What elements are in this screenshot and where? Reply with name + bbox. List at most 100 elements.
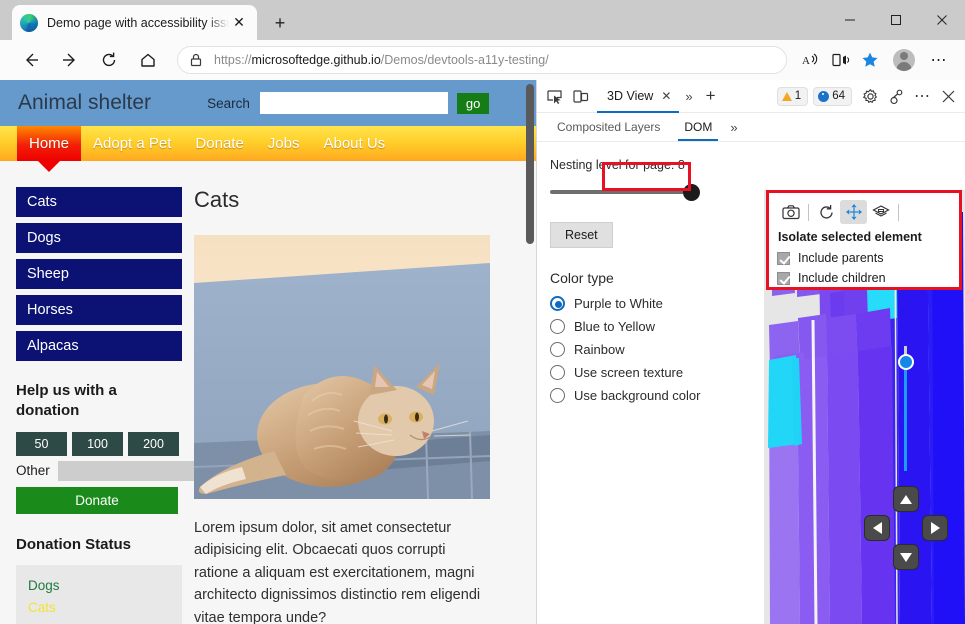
amount-100[interactable]: 100	[72, 431, 123, 456]
maximize-button[interactable]	[873, 0, 919, 40]
subtabs-overflow-icon[interactable]: »	[724, 120, 743, 135]
reset-rotation-icon[interactable]	[813, 200, 840, 224]
nav-item-home[interactable]: Home	[17, 126, 82, 161]
cat-photo	[194, 235, 490, 499]
inspect-element-icon[interactable]	[541, 83, 567, 109]
page-heading: Cats	[194, 187, 240, 212]
donate-button[interactable]: Donate	[16, 486, 178, 514]
device-emulation-icon[interactable]	[567, 83, 593, 109]
checkbox-label: Include parents	[798, 251, 884, 265]
devtools-tab-3d-view[interactable]: 3D View ✕	[597, 81, 680, 113]
close-window-button[interactable]	[919, 0, 965, 40]
devtools-add-tab-button[interactable]: +	[699, 86, 723, 106]
browser-more-menu-icon[interactable]: ⋯	[923, 46, 955, 74]
nesting-level-label: Nesting level for page: 8	[550, 158, 685, 172]
category-sheep[interactable]: Sheep	[16, 259, 182, 289]
browser-tab[interactable]: Demo page with accessibility issues ✕	[12, 5, 257, 40]
pan-up-button[interactable]	[893, 486, 919, 512]
category-horses[interactable]: Horses	[16, 295, 182, 325]
radio-indicator	[550, 319, 565, 334]
nesting-level-slider[interactable]	[550, 184, 700, 201]
radio-blue-to-yellow[interactable]: Blue to Yellow	[550, 319, 750, 334]
radio-label: Blue to Yellow	[574, 319, 655, 334]
new-tab-button[interactable]: +	[267, 10, 293, 36]
address-bar[interactable]: https://microsoftedge.github.io/Demos/de…	[177, 46, 787, 74]
search-go-button[interactable]: go	[456, 92, 490, 114]
title-bar: Demo page with accessibility issues ✕ +	[0, 0, 965, 40]
pan-move-icon[interactable]	[840, 200, 867, 224]
amount-200[interactable]: 200	[128, 431, 179, 456]
site-nav: Home Adopt a Pet Donate Jobs About Us	[0, 126, 536, 161]
devtools-tabs-overflow-icon[interactable]: »	[679, 89, 698, 104]
web-page: Animal shelter Search go Home Adopt a Pe…	[0, 80, 536, 624]
warnings-count: 1	[794, 90, 802, 102]
category-cats[interactable]: Cats	[16, 187, 182, 217]
reset-button[interactable]: Reset	[550, 222, 613, 248]
svg-text:A: A	[802, 55, 810, 67]
checkbox-label: Include children	[798, 271, 886, 285]
category-dogs[interactable]: Dogs	[16, 223, 182, 253]
immersive-reader-icon[interactable]	[825, 46, 855, 74]
search-label: Search	[207, 95, 250, 111]
tab-close-icon[interactable]: ✕	[229, 13, 249, 33]
forward-arrow-icon[interactable]	[53, 45, 87, 75]
back-arrow-icon[interactable]	[14, 45, 48, 75]
subtab-composited-layers[interactable]: Composited Layers	[545, 113, 672, 141]
radio-indicator	[550, 296, 565, 311]
search-input[interactable]	[259, 92, 448, 114]
radio-use-screen-texture[interactable]: Use screen texture	[550, 365, 750, 380]
pan-right-button[interactable]	[922, 515, 948, 541]
page-scrollbar[interactable]	[526, 84, 534, 244]
radio-use-background-color[interactable]: Use background color	[550, 388, 750, 403]
devtools-close-icon[interactable]	[935, 83, 961, 109]
zoom-slider-thumb[interactable]	[898, 354, 914, 370]
issues-badge[interactable]: 64	[813, 86, 852, 106]
zoom-slider[interactable]	[898, 346, 914, 471]
profile-avatar-icon[interactable]	[893, 49, 915, 71]
nav-item-adopt[interactable]: Adopt a Pet	[81, 126, 183, 161]
issues-count: 64	[832, 90, 845, 102]
pan-left-button[interactable]	[864, 515, 890, 541]
checkbox-include-parents[interactable]: Include parents	[777, 251, 951, 265]
page-sidebar: Cats Dogs Sheep Horses Alpacas Help us w…	[0, 187, 235, 624]
nav-item-jobs[interactable]: Jobs	[256, 126, 312, 161]
slider-thumb[interactable]	[683, 184, 700, 201]
devtools-tab-close-icon[interactable]: ✕	[661, 89, 671, 103]
donation-heading: Help us with a donation	[16, 382, 117, 420]
info-circle-icon	[818, 90, 830, 102]
radio-rainbow[interactable]: Rainbow	[550, 342, 750, 357]
radio-label: Use screen texture	[574, 365, 684, 380]
home-icon[interactable]	[131, 45, 165, 75]
radio-purple-to-white[interactable]: Purple to White	[550, 296, 750, 311]
donation-status-box: Dogs Cats	[16, 564, 182, 624]
customize-devtools-icon[interactable]	[883, 83, 909, 109]
color-type-heading: Color type	[550, 270, 614, 286]
isolate-layers-icon[interactable]	[867, 200, 894, 224]
left-arrow-icon	[872, 522, 882, 534]
isolate-toolbar	[777, 198, 951, 226]
read-aloud-icon[interactable]: A	[795, 46, 825, 74]
nav-item-donate[interactable]: Donate	[183, 126, 255, 161]
toolbar-actions: A ⋯	[795, 46, 961, 74]
minimize-button[interactable]	[827, 0, 873, 40]
category-alpacas[interactable]: Alpacas	[16, 331, 182, 361]
amount-50[interactable]: 50	[16, 431, 67, 456]
warnings-badge[interactable]: 1	[776, 86, 809, 106]
isolate-panel-title: Isolate selected element	[778, 230, 922, 244]
star-icon[interactable]	[855, 46, 885, 74]
devtools-more-icon[interactable]: ⋯	[909, 83, 935, 109]
radio-label: Use background color	[574, 388, 701, 403]
checkbox-include-children[interactable]: Include children	[777, 271, 951, 285]
reload-icon[interactable]	[92, 45, 126, 75]
nav-item-about[interactable]: About Us	[311, 126, 397, 161]
status-item-dogs: Dogs	[28, 577, 60, 593]
radio-indicator	[550, 342, 565, 357]
subtab-dom[interactable]: DOM	[672, 113, 724, 141]
direction-pad	[864, 486, 948, 570]
screenshot-camera-icon[interactable]	[777, 200, 804, 224]
toolbar-divider	[808, 203, 809, 221]
pan-down-button[interactable]	[893, 544, 919, 570]
slider-track	[550, 190, 698, 194]
gear-icon[interactable]	[857, 83, 883, 109]
browser-window: Demo page with accessibility issues ✕ +	[0, 0, 965, 624]
